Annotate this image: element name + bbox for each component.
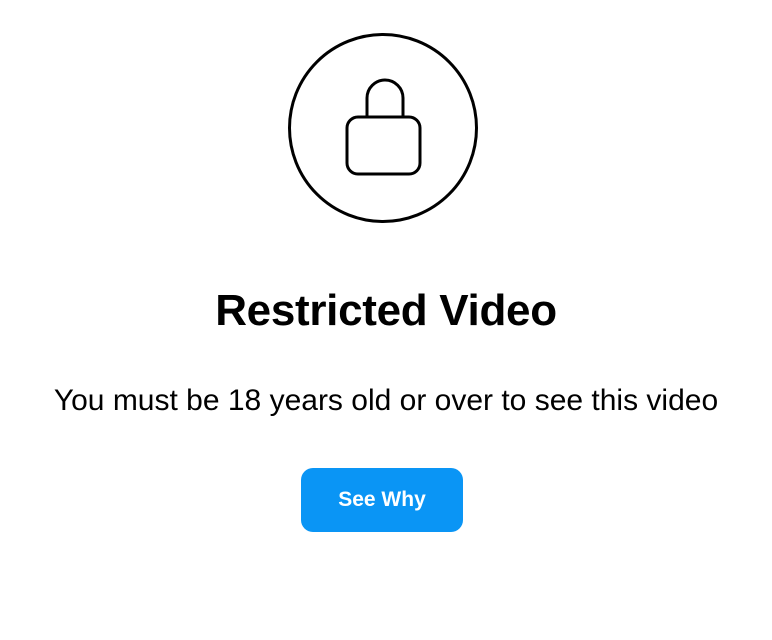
lock-badge bbox=[288, 33, 478, 223]
age-restriction-message: You must be 18 years old or over to see … bbox=[53, 384, 719, 417]
see-why-button[interactable]: See Why bbox=[301, 468, 463, 532]
page-title: Restricted Video bbox=[215, 286, 557, 335]
lock-icon bbox=[345, 78, 422, 176]
